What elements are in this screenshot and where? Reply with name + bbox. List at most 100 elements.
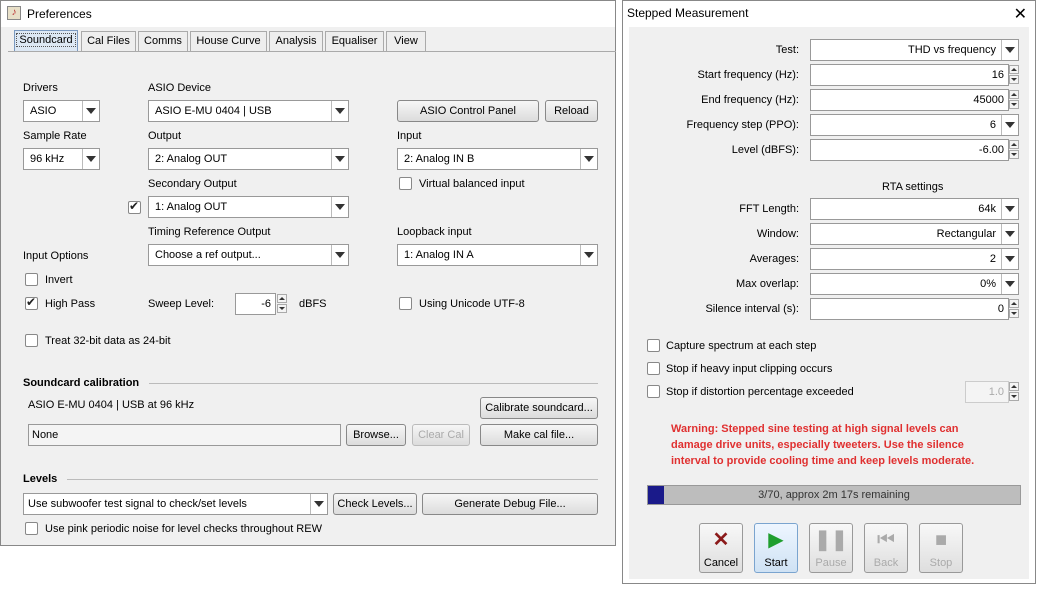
drivers-select[interactable]: ASIO	[23, 100, 100, 122]
treat-32bit-checkbox[interactable]	[25, 334, 38, 347]
chevron-down-icon[interactable]	[1001, 224, 1018, 244]
virtual-balanced-checkbox[interactable]	[399, 177, 412, 190]
tab-analysis[interactable]: Analysis	[269, 31, 323, 51]
reload-button[interactable]: Reload	[545, 100, 598, 122]
cal-file-field[interactable]: None	[28, 424, 341, 446]
asio-control-panel-button[interactable]: ASIO Control Panel	[397, 100, 539, 122]
asio-device-select[interactable]: ASIO E-MU 0404 | USB	[148, 100, 349, 122]
start-frequency-label: Start frequency (Hz):	[697, 69, 799, 81]
window-select[interactable]: Rectangular	[810, 223, 1019, 245]
secondary-output-select[interactable]: 1: Analog OUT	[148, 196, 349, 218]
end-frequency-label: End frequency (Hz):	[701, 94, 799, 106]
sample-rate-select[interactable]: 96 kHz	[23, 148, 100, 170]
test-select[interactable]: THD vs frequency	[810, 39, 1019, 61]
levels-heading: Levels	[23, 473, 58, 485]
chevron-down-icon[interactable]	[1001, 274, 1018, 294]
spin-down-icon[interactable]	[1009, 100, 1019, 109]
calibrate-soundcard-button[interactable]: Calibrate soundcard...	[480, 397, 598, 419]
test-label: Test:	[775, 44, 799, 56]
tab-equaliser[interactable]: Equaliser	[325, 31, 384, 51]
input-options-label: Input Options	[23, 250, 89, 262]
unicode-label: Using Unicode UTF-8	[419, 298, 525, 310]
preferences-titlebar: ♪ Preferences	[1, 1, 615, 27]
tab-house-curve[interactable]: House Curve	[190, 31, 267, 51]
chevron-down-icon[interactable]	[580, 149, 597, 169]
stop-distortion-label: Stop if distortion percentage exceeded	[666, 386, 854, 398]
invert-checkbox[interactable]	[25, 273, 38, 286]
chevron-down-icon[interactable]	[310, 494, 327, 514]
stop-clipping-checkbox[interactable]	[647, 362, 660, 375]
tab-comms[interactable]: Comms	[138, 31, 188, 51]
app-icon: ♪	[7, 6, 21, 20]
virtual-balanced-label: Virtual balanced input	[419, 178, 525, 190]
stepped-content: Test: THD vs frequency Start frequency (…	[629, 27, 1029, 579]
spin-down-icon[interactable]	[1009, 309, 1019, 318]
browse-button[interactable]: Browse...	[346, 424, 406, 446]
close-icon[interactable]: ✕	[1014, 4, 1027, 24]
clear-cal-button[interactable]: Clear Cal	[412, 424, 470, 446]
chevron-down-icon[interactable]	[82, 101, 99, 121]
tab-cal-files[interactable]: Cal Files	[81, 31, 136, 51]
chevron-down-icon[interactable]	[82, 149, 99, 169]
secondary-output-label: Secondary Output	[148, 178, 237, 190]
generate-debug-file-button[interactable]: Generate Debug File...	[422, 493, 598, 515]
sweep-level-input[interactable]: -6	[235, 293, 287, 315]
max-overlap-select[interactable]: 0%	[810, 273, 1019, 295]
high-pass-checkbox[interactable]	[25, 295, 38, 310]
stepped-measurement-window: Stepped Measurement ✕ Test: THD vs frequ…	[622, 0, 1036, 584]
frequency-step-select[interactable]: 6	[810, 114, 1019, 136]
stop-button[interactable]: ■ Stop	[919, 523, 963, 573]
chevron-down-icon[interactable]	[1001, 199, 1018, 219]
averages-select[interactable]: 2	[810, 248, 1019, 270]
chevron-down-icon[interactable]	[331, 197, 348, 217]
cancel-button[interactable]: ✕ Cancel	[699, 523, 743, 573]
chevron-down-icon[interactable]	[331, 101, 348, 121]
check-levels-button[interactable]: Check Levels...	[333, 493, 417, 515]
pause-button[interactable]: ❚❚ Pause	[809, 523, 853, 573]
back-button[interactable]: ⏮ Back	[864, 523, 908, 573]
timing-ref-select[interactable]: Choose a ref output...	[148, 244, 349, 266]
rta-settings-heading: RTA settings	[882, 181, 944, 193]
tab-view[interactable]: View	[386, 31, 426, 51]
drivers-label: Drivers	[23, 82, 58, 94]
level-signal-select[interactable]: Use subwoofer test signal to check/set l…	[23, 493, 328, 515]
loopback-label: Loopback input	[397, 226, 472, 238]
progress-bar: 3/70, approx 2m 17s remaining	[647, 485, 1021, 505]
loopback-select[interactable]: 1: Analog IN A	[397, 244, 598, 266]
end-frequency-input[interactable]: 45000	[810, 89, 1019, 111]
chevron-down-icon[interactable]	[331, 149, 348, 169]
spin-down-icon[interactable]	[277, 304, 287, 313]
stop-distortion-checkbox[interactable]	[647, 385, 660, 398]
pause-icon: ❚❚	[814, 529, 848, 551]
chevron-down-icon[interactable]	[1001, 249, 1018, 269]
spin-up-icon[interactable]	[1009, 90, 1019, 99]
spin-up-icon[interactable]	[1009, 382, 1019, 391]
input-select[interactable]: 2: Analog IN B	[397, 148, 598, 170]
silence-interval-input[interactable]: 0	[810, 298, 1019, 320]
secondary-output-checkbox[interactable]	[128, 199, 141, 214]
skip-back-icon: ⏮	[877, 529, 895, 551]
level-input[interactable]: -6.00	[810, 139, 1019, 161]
chevron-down-icon[interactable]	[331, 245, 348, 265]
chevron-down-icon[interactable]	[1001, 40, 1018, 60]
spin-up-icon[interactable]	[1009, 140, 1019, 149]
chevron-down-icon[interactable]	[580, 245, 597, 265]
start-button[interactable]: ▶ Start	[754, 523, 798, 573]
spin-up-icon[interactable]	[277, 294, 287, 303]
spin-down-icon[interactable]	[1009, 75, 1019, 84]
spin-down-icon[interactable]	[1009, 392, 1019, 401]
chevron-down-icon[interactable]	[1001, 115, 1018, 135]
spin-down-icon[interactable]	[1009, 150, 1019, 159]
unicode-checkbox[interactable]	[399, 297, 412, 310]
tab-soundcard[interactable]: Soundcard	[14, 30, 78, 52]
capture-spectrum-checkbox[interactable]	[647, 339, 660, 352]
calibration-divider	[149, 383, 598, 384]
spin-up-icon[interactable]	[1009, 299, 1019, 308]
start-frequency-input[interactable]: 16	[810, 64, 1019, 86]
output-select[interactable]: 2: Analog OUT	[148, 148, 349, 170]
spin-up-icon[interactable]	[1009, 65, 1019, 74]
pink-noise-checkbox[interactable]	[25, 522, 38, 535]
distortion-percentage-input[interactable]: 1.0	[965, 381, 1019, 403]
make-cal-file-button[interactable]: Make cal file...	[480, 424, 598, 446]
fft-length-select[interactable]: 64k	[810, 198, 1019, 220]
